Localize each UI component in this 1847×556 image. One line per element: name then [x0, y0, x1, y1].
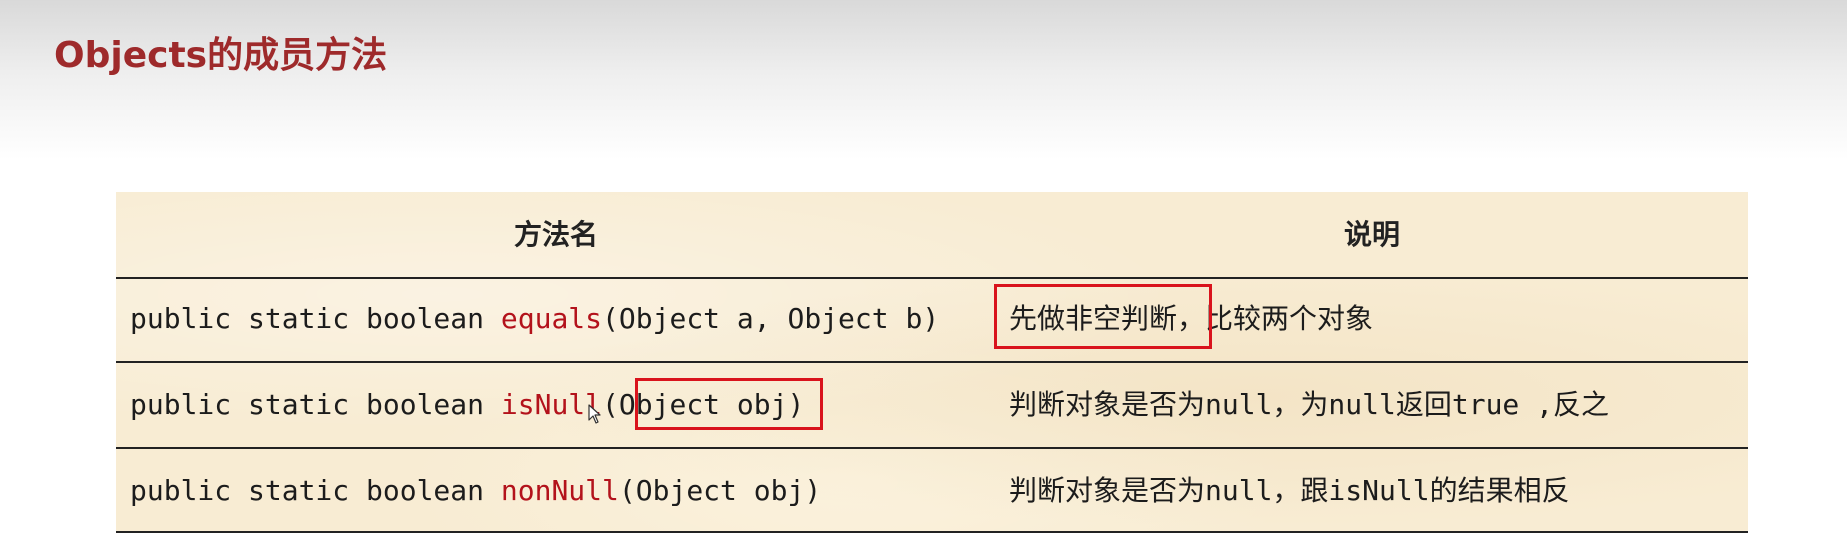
method-params: (Object a, Object b) [602, 302, 940, 335]
method-params: (Object obj) [618, 474, 822, 507]
method-name: equals [500, 302, 603, 335]
table-header-row: 方法名 说明 [116, 192, 1748, 279]
method-signature: public static boolean nonNull(Object obj… [130, 449, 821, 533]
signature-prefix: public static boolean [130, 474, 501, 507]
header-method-name: 方法名 [513, 218, 598, 251]
method-description: 判断对象是否为null，为null返回true ,反之 [1009, 388, 1610, 421]
signature-prefix: public static boolean [130, 302, 501, 335]
header-description: 说明 [1343, 218, 1400, 251]
method-description: 判断对象是否为null，跟isNull的结果相反 [1009, 474, 1570, 507]
mouse-cursor-icon [588, 404, 601, 424]
table-row: public static boolean equals(Object a, O… [116, 277, 1748, 363]
slide-title: Objects的成员方法 [54, 35, 388, 76]
method-signature: public static boolean equals(Object a, O… [130, 277, 939, 361]
method-name: isNull [500, 388, 603, 421]
method-name: nonNull [500, 474, 619, 507]
title-band [0, 0, 1847, 160]
table-row: public static boolean nonNull(Object obj… [116, 449, 1748, 533]
highlight-box-null-check [994, 284, 1212, 349]
table-row: public static boolean isNull(Object obj)… [116, 363, 1748, 449]
signature-prefix: public static boolean [130, 388, 501, 421]
methods-table: 方法名 说明 public static boolean equals(Obje… [116, 192, 1748, 533]
highlight-box-object-param [635, 378, 823, 430]
